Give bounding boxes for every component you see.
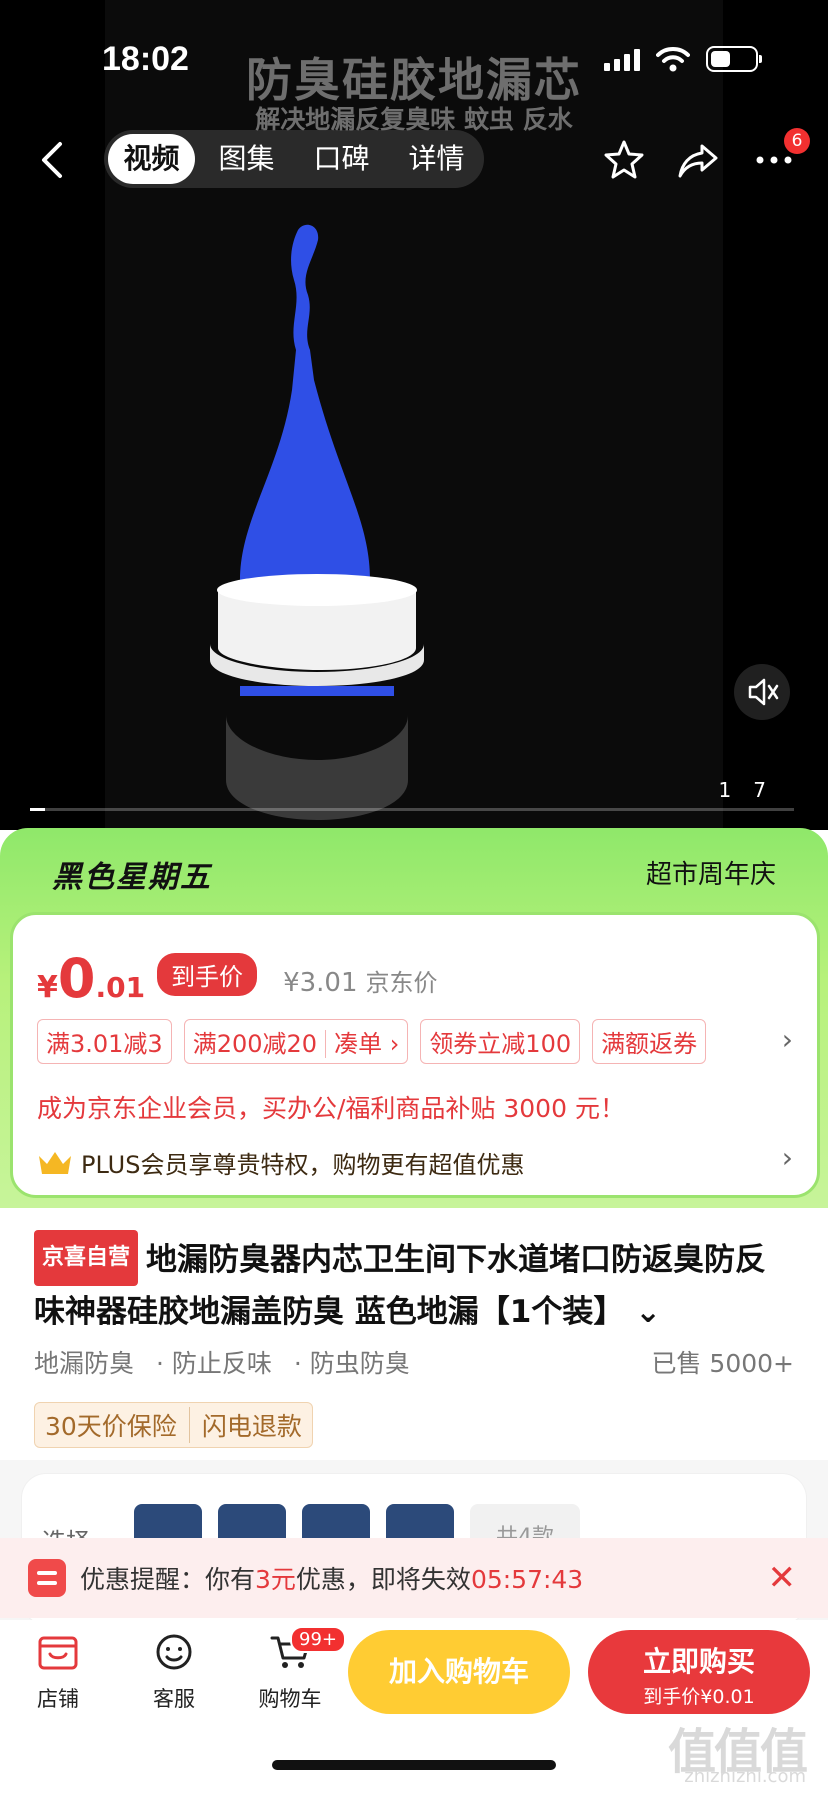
reminder-prefix: 优惠提醒：你有 (80, 1565, 256, 1594)
close-icon[interactable]: ✕ (768, 1558, 797, 1598)
product-image (210, 224, 424, 820)
enterprise-member-text[interactable]: 成为京东企业会员，买办公/福利商品补贴 3000 元！ (37, 1089, 625, 1125)
plus-member-row[interactable]: PLUS会员享尊贵特权，购物更有超值优惠 (37, 1145, 524, 1180)
plus-member-text: PLUS会员享尊贵特权，购物更有超值优惠 (81, 1151, 525, 1179)
self-operated-tag: 京喜自营 (34, 1230, 139, 1286)
chevron-down-icon[interactable]: ⌄ (635, 1294, 661, 1330)
reminder-middle: 优惠，即将失效 (295, 1565, 471, 1594)
coupon-reminder[interactable]: 优惠提醒：你有3元优惠，即将失效05:57:43 ✕ (0, 1538, 828, 1618)
feature-tag: 防虫防臭 (294, 1349, 410, 1378)
status-time: 18:02 (102, 40, 189, 78)
product-media[interactable]: 防臭硅胶地漏芯 解决地漏反复臭味 蚊虫 反水 18:02 视频 图集 口碑 详情… (0, 0, 828, 830)
tab-details[interactable]: 详情 (393, 134, 480, 184)
reminder-icon (28, 1559, 66, 1597)
price-card: ¥ 0 .01 到手价 ¥3.01 京东价 满3.01减3 满200减20 凑单 ›… (10, 912, 820, 1198)
original-price-label: 京东价 (365, 969, 438, 997)
coupon-chip-label: 满200减20 (192, 1030, 318, 1058)
feature-tag: 防止反味 (156, 1349, 272, 1378)
fast-refund: 闪电退款 (201, 1412, 302, 1441)
divider (188, 1407, 190, 1443)
original-price-value: ¥3.01 (283, 968, 358, 998)
reminder-countdown: 05:57:43 (470, 1565, 584, 1594)
product-title[interactable]: 京喜自营 地漏防臭器内芯卫生间下水道堵口防返臭防反味神器硅胶地漏盖防臭 蓝色地漏【… (34, 1230, 794, 1338)
service-button[interactable]: 客服 (134, 1632, 214, 1713)
video-progress[interactable] (30, 808, 794, 811)
buy-now-button[interactable]: 立即购买 到手价¥0.01 (588, 1630, 810, 1714)
service-guarantee[interactable]: 30天价保险 闪电退款 (34, 1402, 313, 1448)
tab-video[interactable]: 视频 (108, 134, 195, 184)
battery-icon (706, 46, 762, 72)
feature-row: 地漏防臭 防止反味 防虫防臭 已售 5000+ (34, 1344, 794, 1380)
tab-reviews[interactable]: 口碑 (298, 134, 385, 184)
feature-tags: 地漏防臭 防止反味 防虫防臭 (34, 1344, 424, 1380)
bottom-action-bar: 店铺 客服 购物车 99+ 加入购物车 立即购买 到手价¥0.01 (0, 1620, 828, 1720)
notification-badge: 6 (784, 128, 810, 154)
chevron-right-icon[interactable]: › (782, 1023, 793, 1056)
reminder-amount: 3元 (255, 1565, 296, 1594)
back-icon[interactable] (38, 140, 68, 180)
sold-count: 已售 5000+ (651, 1349, 794, 1378)
coupon-chip[interactable]: 满额返券 (592, 1019, 707, 1064)
price-decimal: .01 (95, 971, 146, 1004)
cart-badge: 99+ (290, 1626, 346, 1653)
promo-campaign-sub[interactable]: 超市周年庆 (646, 854, 776, 891)
buy-now-sub: 到手价¥0.01 (643, 1686, 755, 1708)
signal-icon (604, 47, 640, 71)
chevron-right-icon[interactable]: › (782, 1141, 793, 1174)
page-total: 7 (753, 778, 788, 802)
reminder-text: 优惠提醒：你有3元优惠，即将失效05:57:43 (80, 1560, 583, 1596)
store-icon (38, 1636, 78, 1670)
cart-label: 购物车 (258, 1687, 322, 1711)
coupon-chip-sub[interactable]: 凑单 › (325, 1030, 400, 1058)
final-price-tag: 到手价 (157, 953, 258, 996)
star-icon[interactable] (602, 138, 646, 182)
share-icon[interactable] (676, 138, 720, 182)
wifi-icon (656, 47, 690, 72)
service-label: 客服 (153, 1687, 195, 1711)
home-indicator[interactable] (272, 1760, 556, 1770)
coupon-chip[interactable]: 满200减20 凑单 › (183, 1019, 409, 1064)
price-protection: 30天价保险 (45, 1412, 177, 1441)
mute-icon[interactable] (734, 664, 790, 720)
store-button[interactable]: 店铺 (18, 1632, 98, 1713)
promo-banner: 黑色星期五 超市周年庆 ¥ 0 .01 到手价 ¥3.01 京东价 满3.01减3… (0, 828, 828, 1208)
price-row: ¥ 0 .01 到手价 ¥3.01 京东价 (37, 947, 438, 1010)
promo-campaign-title: 黑色星期五 (52, 860, 212, 895)
currency-symbol: ¥ (37, 970, 58, 1005)
media-tab-bar: 视频 图集 口碑 详情 (104, 130, 484, 188)
add-to-cart-button[interactable]: 加入购物车 (348, 1630, 570, 1714)
page-current: 1 (718, 778, 754, 802)
tab-gallery[interactable]: 图集 (203, 134, 290, 184)
original-price: ¥3.01 京东价 (283, 963, 437, 998)
coupon-chip[interactable]: 领券立减100 (420, 1019, 581, 1064)
watermark-domain: zhizhizhi.com (684, 1766, 806, 1787)
crown-icon (39, 1151, 71, 1174)
price-integer: 0 (57, 947, 96, 1010)
store-label: 店铺 (37, 1687, 79, 1711)
feature-tag: 地漏防臭 (34, 1349, 135, 1378)
product-title-block: 京喜自营 地漏防臭器内芯卫生间下水道堵口防返臭防反味神器硅胶地漏盖防臭 蓝色地漏【… (34, 1230, 794, 1338)
customer-service-icon (156, 1634, 192, 1670)
status-icons (604, 46, 762, 72)
coupon-chips[interactable]: 满3.01减3 满200减20 凑单 › 领券立减100 满额返券 (37, 1019, 707, 1064)
video-progress-fill (30, 808, 46, 811)
coupon-chip[interactable]: 满3.01减3 (37, 1019, 172, 1064)
buy-now-label: 立即购买 (642, 1645, 755, 1678)
page-indicator: 17 (719, 778, 788, 802)
